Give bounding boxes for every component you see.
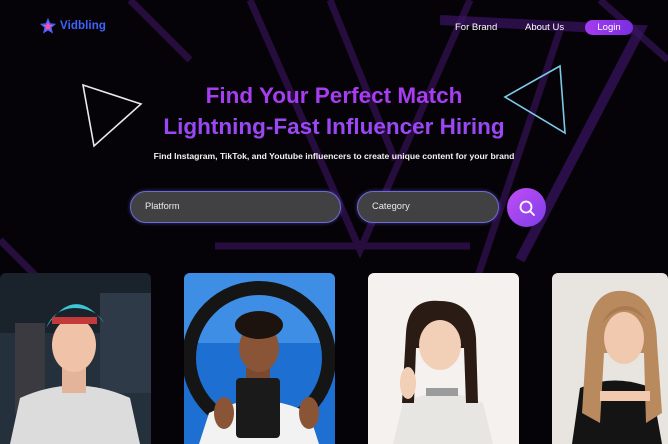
influencer-photo — [368, 273, 519, 444]
hero-title-line1: Find Your Perfect Match — [205, 83, 463, 108]
hero-title-line2: Lightning-Fast Influencer Hiring — [163, 114, 505, 139]
nav-link-for-brand[interactable]: For Brand — [455, 22, 497, 33]
category-select[interactable]: Category — [357, 191, 499, 223]
platform-select[interactable]: Platform — [130, 191, 341, 223]
influencer-card[interactable] — [0, 273, 151, 444]
influencer-card[interactable] — [552, 273, 668, 444]
hero-subtitle: Find Instagram, TikTok, and Youtube infl… — [153, 151, 515, 161]
influencer-photo — [552, 273, 668, 444]
logo-star-icon — [39, 17, 57, 34]
login-button[interactable]: Login — [585, 20, 633, 35]
influencer-card[interactable] — [368, 273, 519, 444]
search-icon — [519, 200, 535, 216]
top-navigation: Vidbling For Brand About Us Login — [0, 0, 668, 56]
nav-link-about-us[interactable]: About Us — [525, 22, 564, 33]
influencer-photo — [184, 273, 335, 444]
influencer-photo — [0, 273, 151, 444]
brand-name: Vidbling — [60, 20, 106, 32]
influencer-card[interactable] — [184, 273, 335, 444]
search-button[interactable] — [507, 188, 546, 227]
brand-logo[interactable]: Vidbling — [39, 17, 106, 35]
